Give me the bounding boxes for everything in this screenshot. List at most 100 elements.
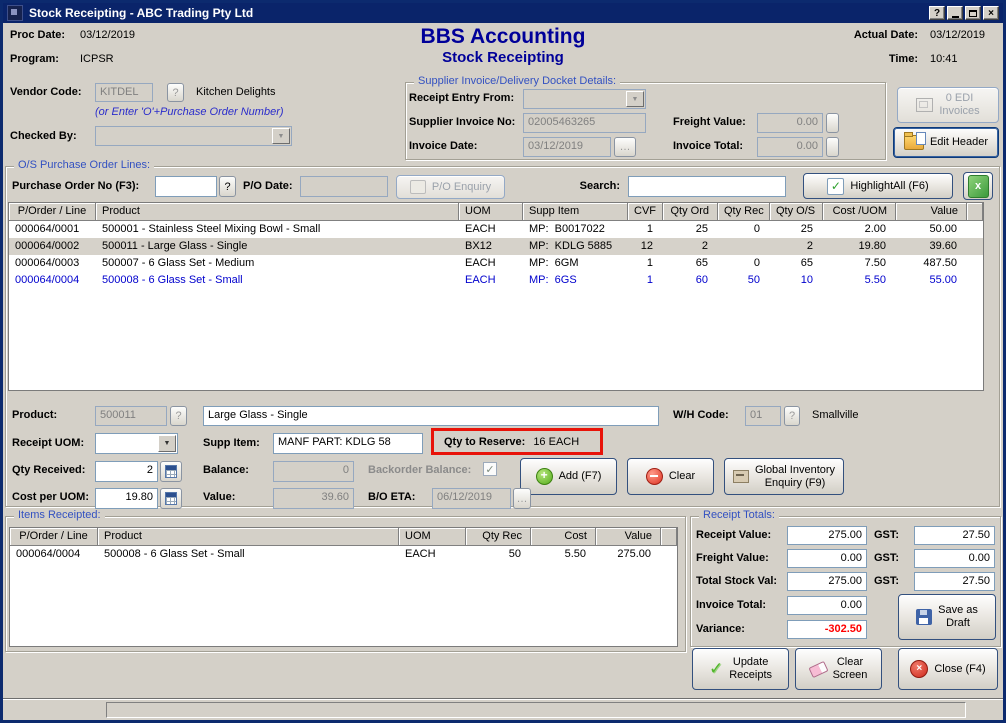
excel-icon: x [968, 175, 989, 198]
value-field[interactable]: 39.60 [273, 488, 354, 509]
receipt-uom-label: Receipt UOM: [12, 437, 84, 449]
checked-by-select[interactable]: JR - John River ▼ [95, 126, 292, 146]
po-line-row[interactable]: 000064/0001500001 - Stainless Steel Mixi… [9, 221, 983, 238]
cell: 500007 - 6 Glass Set - Medium [96, 255, 459, 272]
cost-calculator-button[interactable] [160, 488, 182, 509]
bo-eta-label: B/O ETA: [368, 491, 415, 503]
po-lookup-button[interactable]: ? [219, 176, 236, 197]
checked-by-label: Checked By: [10, 130, 77, 142]
plus-icon: + [536, 468, 553, 485]
drawer-icon [733, 470, 749, 483]
cell: 19.80 [823, 238, 896, 255]
freight-value-label: Freight Value: [673, 116, 746, 128]
edi-invoices-button[interactable]: 0 EDIInvoices [897, 87, 999, 123]
program-label: Program: [10, 53, 59, 65]
chevron-down-icon[interactable]: ▼ [626, 91, 644, 107]
minimize-button[interactable] [947, 6, 963, 20]
cell: MP: 6GS [523, 272, 628, 289]
add-button[interactable]: + Add (F7) [520, 458, 617, 495]
divider [3, 698, 1003, 700]
invoice-total-button[interactable] [826, 137, 839, 157]
gst1-field: 27.50 [914, 526, 995, 545]
cell: 487.50 [896, 255, 967, 272]
wh-lookup-button[interactable]: ? [784, 406, 800, 426]
chevron-down-icon[interactable]: ▼ [158, 435, 176, 452]
close-f4-button[interactable]: × Close (F4) [898, 648, 998, 690]
supp-item-label: Supp Item: [203, 437, 260, 449]
vendor-code-field[interactable]: KITDEL [95, 83, 153, 102]
cell: MP: KDLG 5885 [523, 238, 628, 255]
balance-field[interactable]: 0 [273, 461, 354, 482]
cell: 0 [718, 255, 770, 272]
cell: 5.50 [823, 272, 896, 289]
cell [661, 546, 677, 563]
highlight-all-button[interactable]: ✓ HighlightAll (F6) [803, 173, 953, 199]
invoice-date-label: Invoice Date: [409, 140, 477, 152]
edit-header-button[interactable]: Edit Header [893, 127, 999, 158]
balance-label: Balance: [203, 464, 249, 476]
qty-received-calculator-button[interactable] [160, 461, 182, 482]
actual-date-label: Actual Date: [820, 29, 918, 41]
search-input[interactable] [628, 176, 786, 197]
save-as-draft-button[interactable]: Save asDraft [898, 594, 996, 640]
receipted-item-row[interactable]: 000064/0004500008 - 6 Glass Set - SmallE… [10, 546, 677, 563]
receipt-uom-select[interactable]: BX12 ▼ [95, 433, 178, 454]
vendor-lookup-button[interactable]: ? [167, 83, 184, 102]
column-header: Supp Item [523, 203, 628, 221]
bo-eta-field[interactable]: 06/12/2019 [432, 488, 511, 509]
qty-received-input[interactable]: 2 [95, 461, 158, 482]
po-line-row[interactable]: 000064/0002500011 - Large Glass - Single… [9, 238, 983, 255]
po-enquiry-button[interactable]: P/O Enquiry [396, 175, 505, 199]
cell: MP: B0017022 [523, 221, 628, 238]
gst1-label: GST: [874, 529, 899, 541]
items-table-body: 000064/0004500008 - 6 Glass Set - SmallE… [10, 546, 677, 563]
update-receipts-button[interactable]: ✓ UpdateReceipts [692, 648, 789, 690]
backorder-balance-checkbox[interactable]: ✓ [483, 462, 497, 476]
po-line-row[interactable]: 000064/0003500007 - 6 Glass Set - Medium… [9, 255, 983, 272]
product-desc-field[interactable]: Large Glass - Single [203, 406, 659, 426]
invoice-total-field[interactable]: 0.00 [757, 137, 823, 157]
product-lookup-button[interactable]: ? [170, 406, 187, 426]
po-date-field[interactable] [300, 176, 388, 197]
invoice-date-calendar-button[interactable]: … [614, 137, 636, 157]
calculator-icon [165, 465, 177, 478]
clear-screen-button[interactable]: ClearScreen [795, 648, 882, 690]
clear-button[interactable]: Clear [627, 458, 714, 495]
column-header: Qty Rec [718, 203, 770, 221]
items-table-header: P/Order / LineProductUOMQty RecCostValue [10, 528, 677, 546]
cell: 275.00 [596, 546, 661, 563]
invoice-total-sum-label: Invoice Total: [696, 599, 766, 611]
cell: 65 [770, 255, 823, 272]
po-line-row[interactable]: 000064/0004500008 - 6 Glass Set - SmallE… [9, 272, 983, 289]
cell: 2 [770, 238, 823, 255]
po-no-input[interactable] [155, 176, 217, 197]
chevron-down-icon[interactable]: ▼ [272, 128, 290, 144]
column-header: P/Order / Line [10, 528, 98, 546]
close-button[interactable]: × [983, 6, 999, 20]
freight-value-field[interactable]: 0.00 [757, 113, 823, 133]
po-lines-title: O/S Purchase Order Lines: [14, 159, 154, 171]
maximize-button[interactable] [965, 6, 981, 20]
global-inventory-enquiry-button[interactable]: Global InventoryEnquiry (F9) [724, 458, 844, 495]
receipt-uom-value: BX12 [112, 453, 139, 454]
wh-code-field[interactable]: 01 [745, 406, 781, 426]
receipt-entry-from-select[interactable]: Supplier Invoice ▼ [523, 89, 646, 109]
help-button[interactable]: ? [929, 6, 945, 20]
qty-to-reserve-value: 16 EACH [533, 436, 579, 448]
supplier-invoice-no-field[interactable]: 02005463265 [523, 113, 646, 133]
freight-value-button[interactable] [826, 113, 839, 133]
window-title: Stock Receipting - ABC Trading Pty Ltd [29, 6, 927, 20]
column-header: Value [596, 528, 661, 546]
product-code-field[interactable]: 500011 [95, 406, 167, 426]
po-table-body: 000064/0001500001 - Stainless Steel Mixi… [9, 221, 983, 289]
bo-eta-calendar-button[interactable]: … [513, 488, 531, 509]
export-excel-button[interactable]: x [963, 172, 993, 200]
cell: 50 [718, 272, 770, 289]
cost-per-uom-input[interactable]: 19.80 [95, 488, 158, 509]
column-header: UOM [459, 203, 523, 221]
cell: 10 [770, 272, 823, 289]
supp-item-input[interactable]: MANF PART: KDLG 58 [273, 433, 423, 454]
invoice-date-field[interactable]: 03/12/2019 [523, 137, 611, 157]
cell: 1 [628, 272, 663, 289]
invoice-total-sum-field: 0.00 [787, 596, 867, 615]
